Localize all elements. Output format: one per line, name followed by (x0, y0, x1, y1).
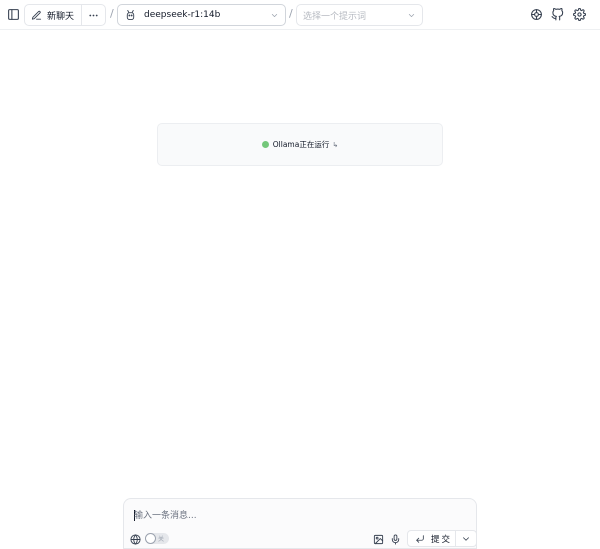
ellipsis-icon (89, 14, 98, 16)
submit-options-button[interactable] (454, 531, 476, 546)
chevron-down-icon (462, 536, 469, 541)
top-bar: 新聊天 / deepseek-r1:14b / 选择一个提示词 (0, 0, 600, 30)
enter-icon (416, 534, 424, 543)
globe-icon (129, 533, 141, 545)
ollama-status-card: Ollama正在运行 ↳ (157, 123, 443, 166)
web-search-button[interactable] (129, 533, 141, 545)
header-separator: / (110, 7, 114, 20)
web-search-toggle[interactable]: 关 (145, 533, 169, 544)
gear-icon (573, 8, 586, 21)
robot-icon (126, 9, 135, 21)
new-chat-group: 新聊天 (24, 4, 106, 26)
edit-icon (31, 10, 42, 20)
github-button[interactable] (550, 7, 565, 22)
voice-input-button[interactable] (389, 533, 401, 545)
chevron-down-icon (408, 14, 415, 17)
submit-button-group: 提交 (407, 530, 477, 547)
prompt-select-placeholder: 选择一个提示词 (303, 11, 367, 22)
github-icon (551, 8, 564, 21)
microphone-icon (391, 533, 399, 545)
model-select[interactable]: deepseek-r1:14b (117, 4, 286, 26)
more-options-button[interactable] (80, 5, 105, 25)
image-icon (373, 534, 383, 544)
submit-label: 提交 (431, 534, 453, 545)
new-chat-button[interactable]: 新聊天 (25, 5, 81, 25)
header-separator: / (289, 7, 293, 20)
prompt-select[interactable]: 选择一个提示词 (296, 4, 423, 26)
sidebar-toggle-button[interactable] (6, 7, 21, 22)
chevron-down-icon (271, 14, 278, 17)
upload-image-button[interactable] (372, 533, 384, 545)
message-input[interactable] (134, 509, 464, 523)
settings-button[interactable] (572, 7, 587, 22)
message-composer: 关 提交 (123, 498, 477, 549)
status-indicator (261, 141, 269, 148)
brain-button[interactable] (529, 7, 544, 22)
sidebar-toggle-icon (8, 9, 19, 20)
status-link-icon[interactable]: ↳ (332, 141, 338, 149)
new-chat-label: 新聊天 (47, 11, 75, 22)
brain-icon (531, 9, 542, 20)
model-select-value: deepseek-r1:14b (144, 10, 221, 20)
toggle-knob (145, 533, 156, 544)
toggle-state-label: 关 (158, 536, 165, 543)
submit-button[interactable]: 提交 (408, 531, 455, 546)
status-text: Ollama正在运行 (272, 140, 330, 149)
